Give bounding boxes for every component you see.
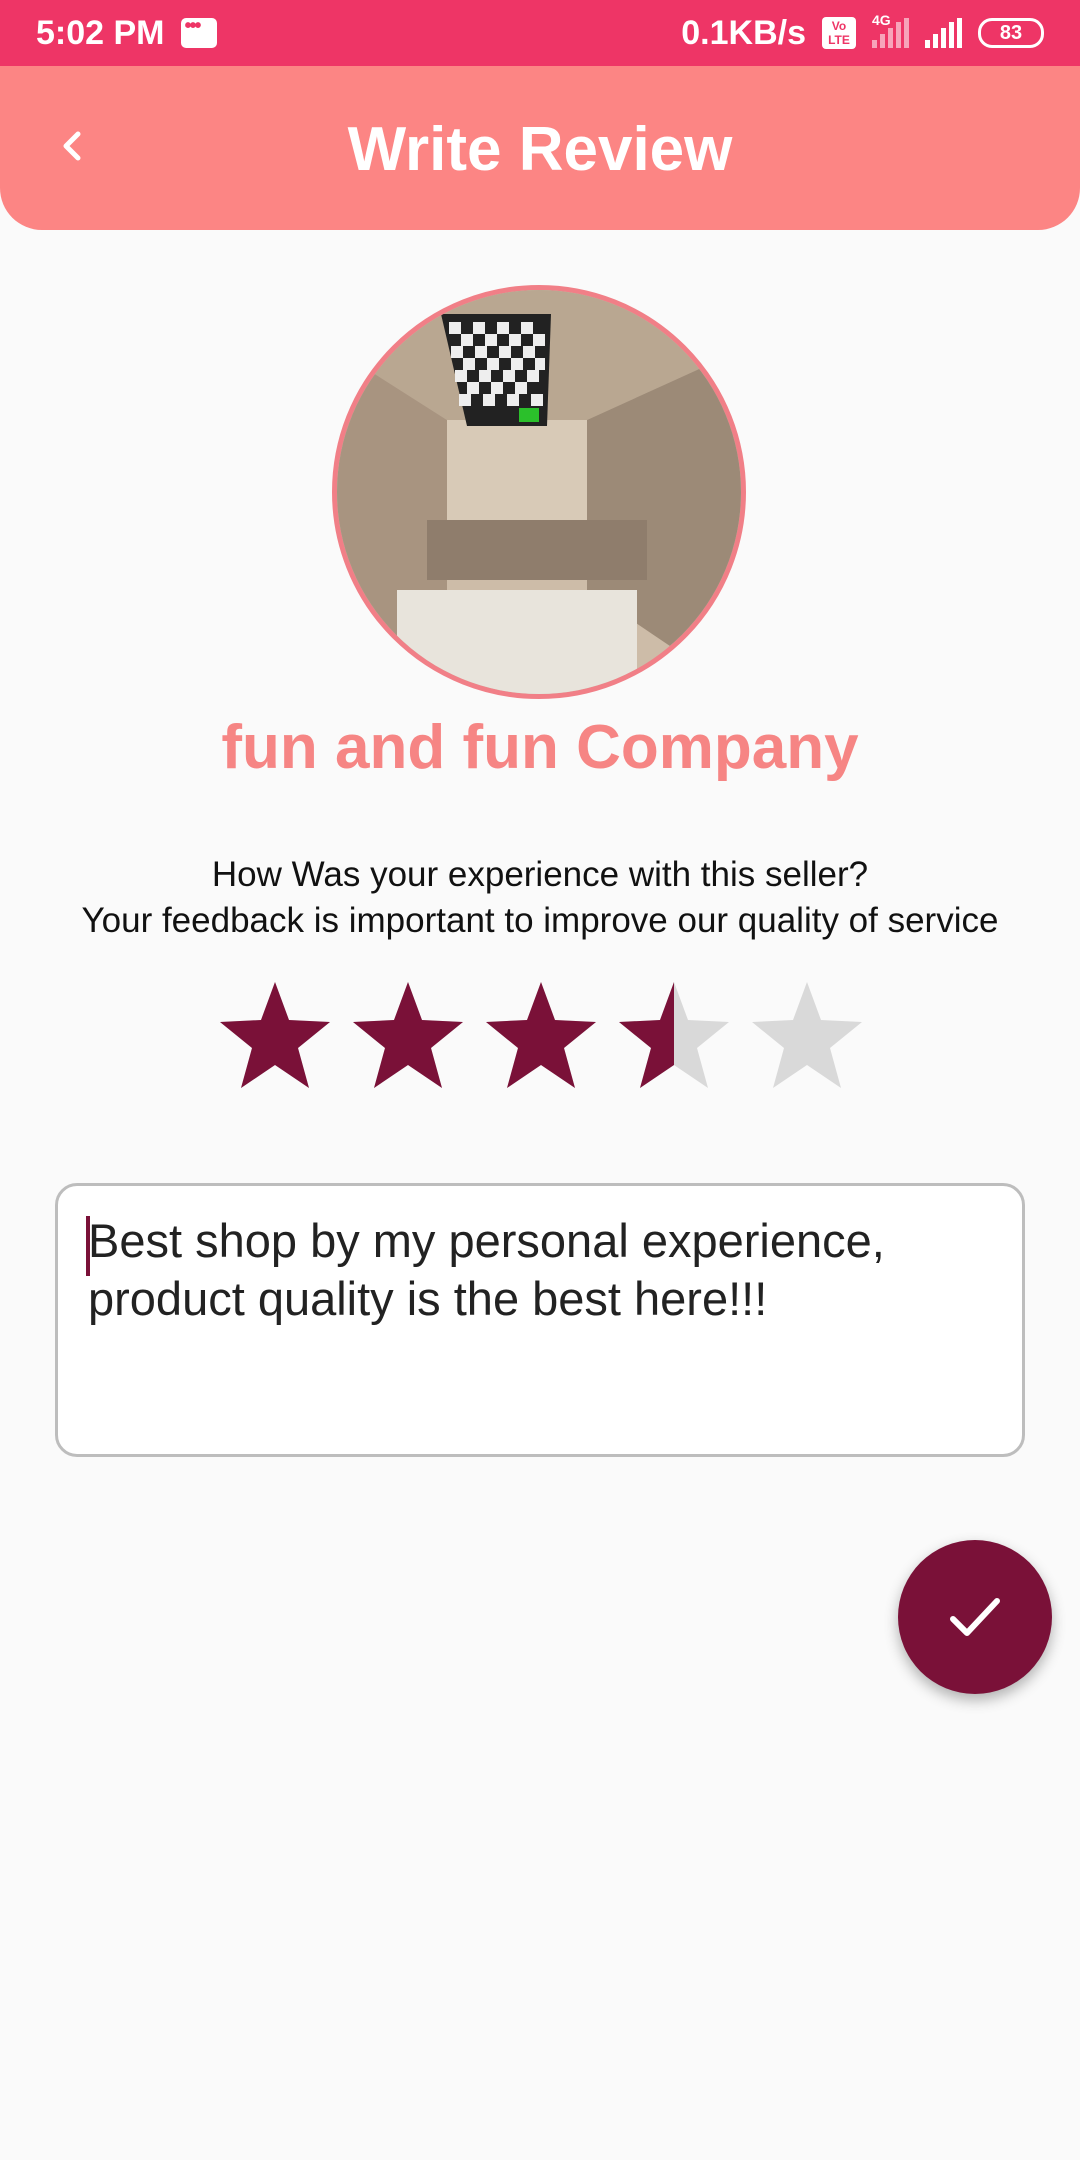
battery-level: 83: [999, 21, 1023, 44]
seller-name: fun and fun Company: [221, 713, 859, 782]
star-icon[interactable]: [617, 978, 731, 1092]
status-time: 5:02 PM: [36, 13, 165, 52]
battery-icon: 83: [978, 18, 1044, 48]
status-bar: 5:02 PM 0.1KB/s Vo LTE 4G 83: [0, 0, 1080, 66]
prompt-line-2: Your feedback is important to improve ou…: [81, 901, 999, 940]
status-bar-right: 0.1KB/s Vo LTE 4G 83: [681, 12, 1044, 53]
seller-photo: [337, 290, 741, 694]
signal-4g-icon: 4G: [872, 12, 909, 48]
page-title: Write Review: [347, 115, 733, 184]
rating-stars[interactable]: [218, 978, 868, 1092]
star-icon[interactable]: [351, 978, 465, 1092]
review-text-line-1: Best shop by my personal experience,: [88, 1214, 885, 1267]
prompt-line-1: How Was your experience with this seller…: [211, 855, 869, 894]
message-icon: [180, 15, 217, 48]
review-text-line-2: product quality is the best here!!!: [88, 1272, 768, 1325]
star-icon[interactable]: [750, 978, 864, 1092]
star-icon[interactable]: [218, 978, 332, 1092]
signal-icon: [925, 18, 962, 48]
volte-icon: Vo LTE: [822, 17, 856, 49]
text-cursor: [86, 1216, 90, 1276]
feedback-prompt: How Was your experience with this seller…: [0, 852, 1080, 944]
seller-avatar: [332, 285, 746, 699]
status-bar-left: 5:02 PM: [36, 14, 217, 53]
app-bar: Write Review: [0, 66, 1080, 230]
star-icon[interactable]: [484, 978, 598, 1092]
submit-review-button[interactable]: [898, 1540, 1052, 1694]
network-speed: 0.1KB/s: [681, 13, 806, 52]
network-type: 4G: [872, 12, 891, 28]
check-icon: [950, 1598, 1000, 1636]
review-input[interactable]: Best shop by my personal experience, pro…: [55, 1183, 1025, 1457]
